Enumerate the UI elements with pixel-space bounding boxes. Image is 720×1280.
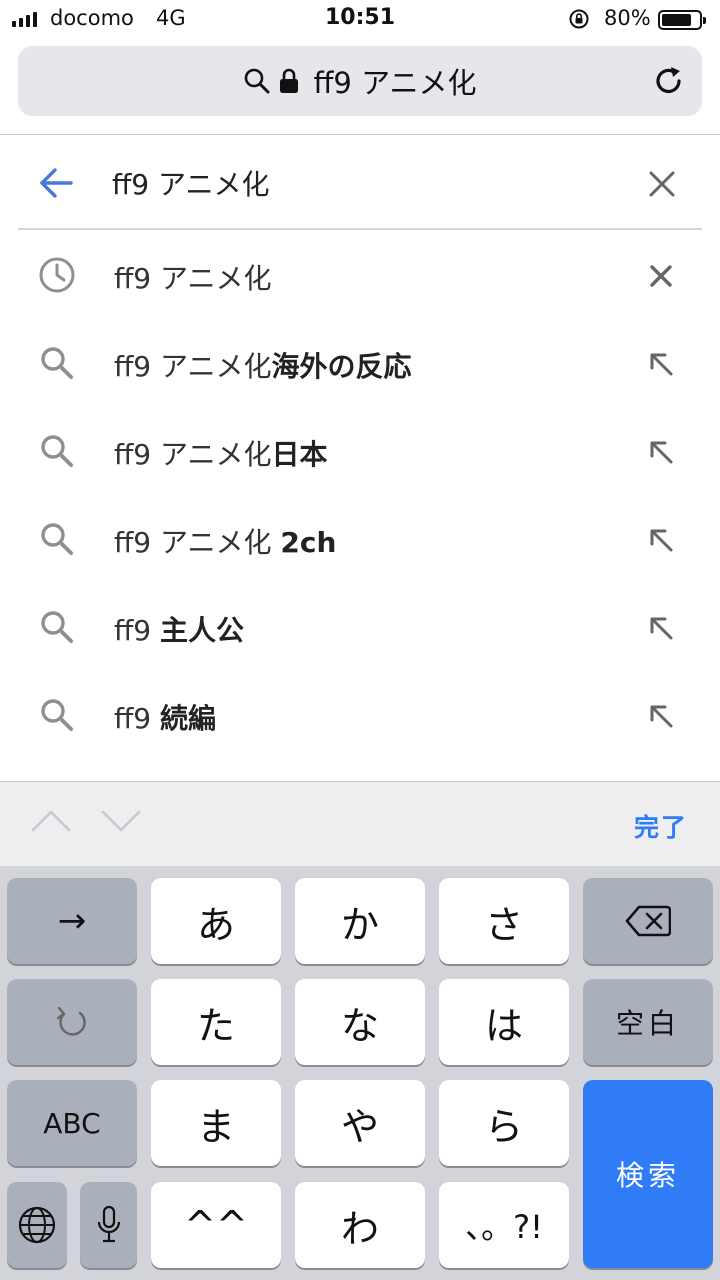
history-clock-icon [39, 257, 75, 293]
url-bar[interactable]: ff9 アニメ化 [18, 46, 702, 116]
suggestion-item[interactable]: ff9 アニメ化日本 [0, 407, 720, 495]
kana-key-ha[interactable]: は [439, 979, 569, 1065]
undo-key[interactable] [7, 979, 137, 1065]
search-divider [18, 228, 702, 230]
done-button[interactable]: 完了 [634, 808, 688, 844]
emoticon-key[interactable]: ^^ [151, 1182, 281, 1268]
search-row [0, 136, 720, 228]
rotation-lock-icon [569, 9, 589, 29]
kana-key-ma[interactable]: ま [151, 1080, 281, 1166]
suggestion-history-item[interactable]: ff9 アニメ化 [0, 231, 720, 319]
microphone-icon [97, 1205, 120, 1243]
chevron-down-icon[interactable] [100, 806, 142, 836]
keyboard-accessory-bar: 完了 [0, 781, 720, 866]
search-icon [41, 435, 73, 467]
abc-mode-key[interactable]: ABC [7, 1080, 137, 1166]
back-arrow-icon[interactable] [38, 166, 74, 200]
kana-key-a[interactable]: あ [151, 878, 281, 964]
battery-percent: 80% [604, 6, 651, 30]
suggestion-item[interactable]: ff9 アニメ化 2ch [0, 495, 720, 583]
suggestion-label: ff9 アニメ化 2ch [114, 526, 337, 559]
kana-key-ka[interactable]: か [295, 878, 425, 964]
search-key[interactable]: 検索 [583, 1080, 713, 1268]
browser-chrome-divider [0, 134, 720, 135]
space-key[interactable]: 空白 [583, 979, 713, 1065]
search-icon [41, 611, 73, 643]
suggestion-item[interactable]: ff9 アニメ化海外の反応 [0, 319, 720, 407]
suggestion-list: ff9 アニメ化 ff9 アニメ化海外の反応 ff9 アニメ化日本 ff9 アニ… [0, 231, 720, 759]
fill-query-arrow-icon[interactable] [646, 701, 676, 731]
search-icon [41, 523, 73, 555]
fill-query-arrow-icon[interactable] [646, 437, 676, 467]
kana-key-sa[interactable]: さ [439, 878, 569, 964]
clear-search-icon[interactable] [648, 170, 676, 198]
kana-key-ta[interactable]: た [151, 979, 281, 1065]
suggestion-label: ff9 アニメ化海外の反応 [114, 350, 412, 383]
kana-key-ya[interactable]: や [295, 1080, 425, 1166]
chevron-up-icon[interactable] [30, 806, 72, 836]
kana-keyboard: → あ か さ た な は 空白 ABC ま や ら 検索 ^^ わ 、。?! [0, 866, 720, 1280]
punctuation-key[interactable]: 、。?! [439, 1182, 569, 1268]
kana-key-ra[interactable]: ら [439, 1080, 569, 1166]
fill-query-arrow-icon[interactable] [646, 525, 676, 555]
status-bar: docomo 4G 10:51 80% [0, 0, 720, 40]
suggestion-item[interactable]: ff9 続編 [0, 671, 720, 759]
kana-key-na[interactable]: な [295, 979, 425, 1065]
search-icon [41, 347, 73, 379]
search-icon [41, 699, 73, 731]
suggestion-label: ff9 アニメ化 [114, 262, 272, 295]
backspace-icon [625, 905, 671, 937]
undo-icon [56, 1006, 86, 1036]
suggestion-item[interactable]: ff9 主人公 [0, 583, 720, 671]
reload-icon[interactable] [652, 64, 686, 98]
remove-history-icon[interactable] [646, 261, 676, 291]
fill-query-arrow-icon[interactable] [646, 613, 676, 643]
next-candidate-key[interactable]: → [7, 878, 137, 964]
search-icon [245, 68, 270, 94]
lock-icon [280, 68, 299, 93]
battery-icon [658, 10, 706, 30]
suggestion-label: ff9 続編 [114, 702, 217, 735]
kana-key-wa[interactable]: わ [295, 1182, 425, 1268]
globe-key[interactable] [7, 1182, 67, 1268]
battery-fill [662, 14, 691, 26]
delete-key[interactable] [583, 878, 713, 964]
dictation-key[interactable] [80, 1182, 137, 1268]
suggestion-label: ff9 アニメ化日本 [114, 438, 328, 471]
fill-query-arrow-icon[interactable] [646, 349, 676, 379]
suggestion-label: ff9 主人公 [114, 614, 245, 647]
search-input[interactable] [112, 160, 612, 206]
globe-icon [18, 1206, 56, 1244]
url-text: ff9 アニメ化 [313, 66, 477, 100]
